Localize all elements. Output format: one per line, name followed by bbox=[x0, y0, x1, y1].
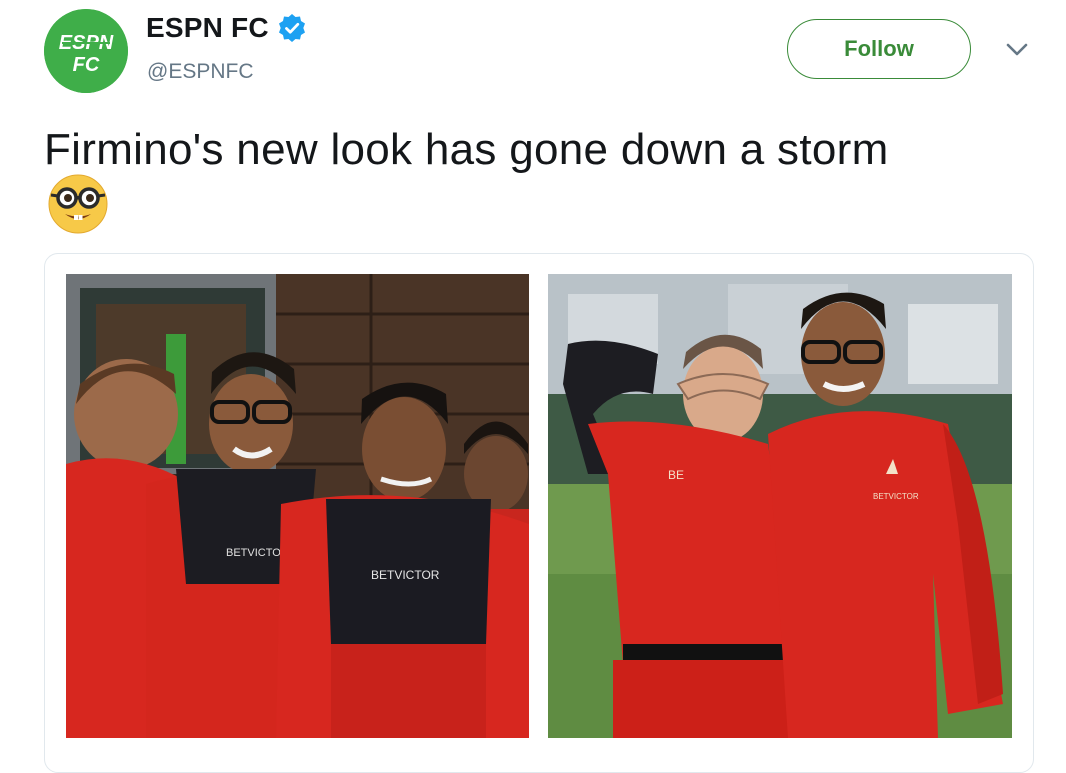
follow-button[interactable]: Follow bbox=[787, 19, 971, 79]
bib-sponsor-text-1: BETVICTOR bbox=[226, 547, 289, 559]
photo-players-posing-glasses-icon: BE BETVICTOR bbox=[548, 274, 1012, 738]
photo-players-laughing-icon: BETVICTOR BETVICTOR bbox=[66, 274, 529, 738]
avatar[interactable]: ESPN FC bbox=[44, 9, 128, 93]
tweet-text: Firmino's new look has gone down a storm bbox=[44, 125, 889, 174]
espn-fc-logo-icon: ESPN FC bbox=[44, 9, 128, 93]
media-photo-2[interactable]: BE BETVICTOR bbox=[548, 274, 1012, 738]
display-name[interactable]: ESPN FC bbox=[146, 12, 269, 44]
svg-text:BE: BE bbox=[668, 468, 684, 482]
chevron-down-icon[interactable] bbox=[1005, 42, 1029, 58]
account-name-row[interactable]: ESPN FC bbox=[146, 12, 307, 44]
nerd-face-emoji-icon bbox=[48, 174, 108, 234]
verified-badge-icon bbox=[278, 14, 305, 42]
media-photo-1[interactable]: BETVICTOR BETVICTOR bbox=[66, 274, 529, 738]
svg-text:BETVICTOR: BETVICTOR bbox=[873, 492, 919, 501]
bib-sponsor-text-2: BETVICTOR bbox=[371, 568, 440, 582]
account-handle[interactable]: @ESPNFC bbox=[147, 60, 254, 84]
svg-text:FC: FC bbox=[73, 54, 100, 76]
